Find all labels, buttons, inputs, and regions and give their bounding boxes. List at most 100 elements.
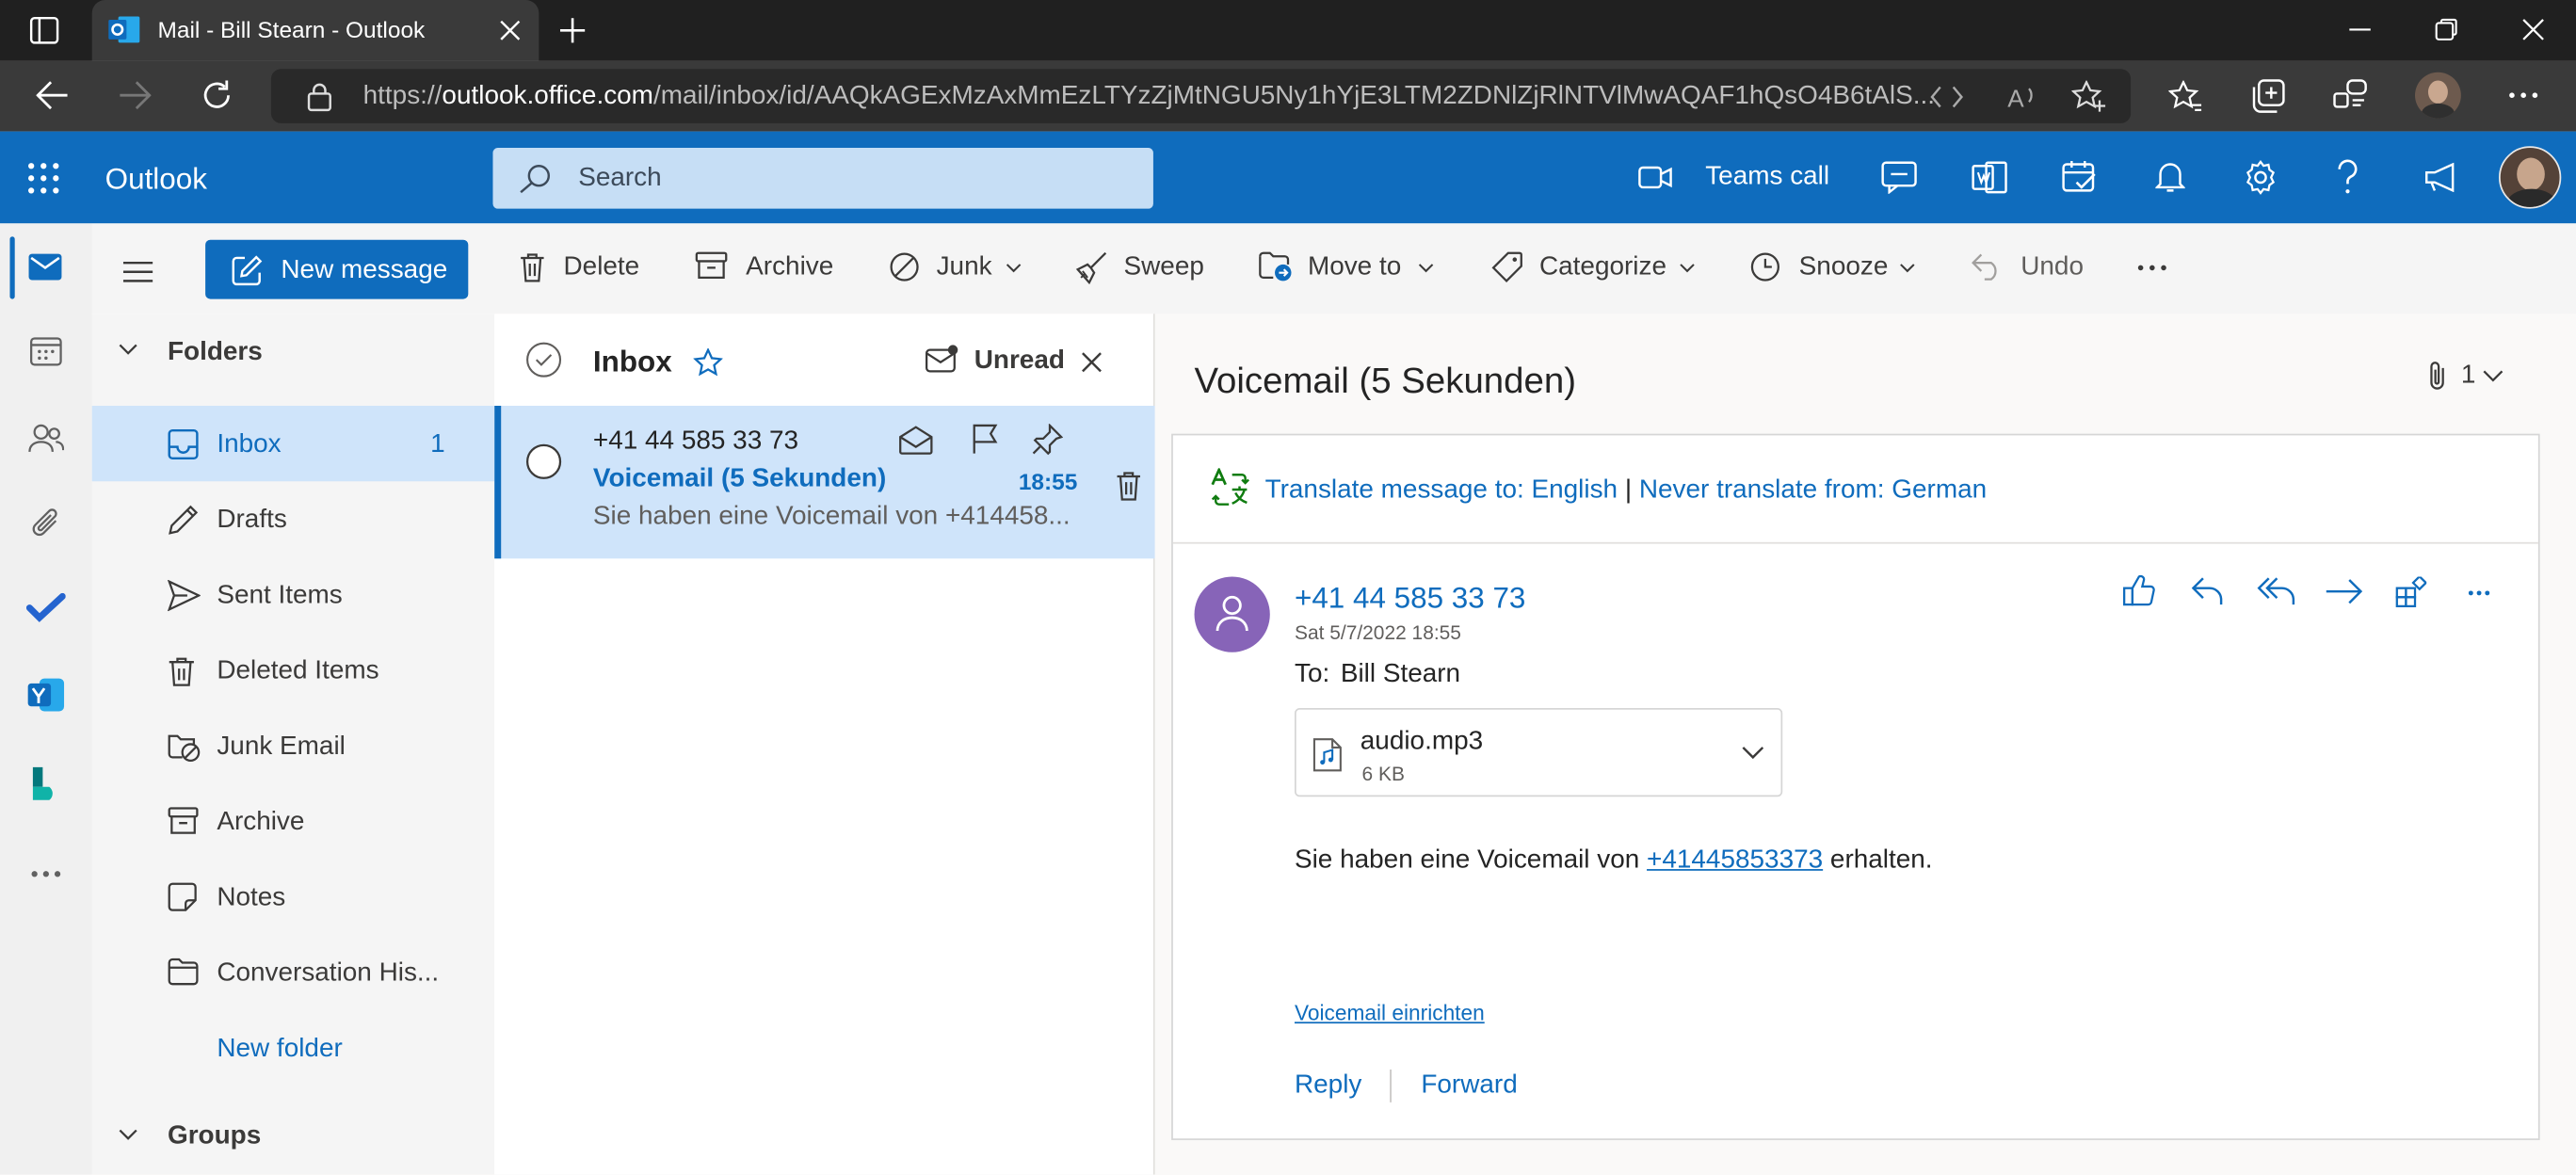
mark-read-envelope-icon[interactable] [898,426,933,455]
collections-icon[interactable] [2251,79,2286,114]
like-thumbs-up-icon[interactable] [2122,574,2157,608]
delete-icon[interactable] [519,251,545,282]
close-tab-icon[interactable] [499,20,521,41]
chat-icon[interactable] [1881,161,1917,194]
categorize-button[interactable]: Categorize [1539,253,1666,282]
flag-icon[interactable] [971,424,999,455]
forward-icon[interactable] [119,81,152,110]
more-apps-icon[interactable] [31,871,61,877]
groups-chevron-down-icon[interactable] [119,1129,138,1142]
browser-more-icon[interactable] [2508,92,2538,99]
undo-button[interactable]: Undo [2021,253,2084,282]
app-available-icon[interactable] [1930,84,1964,110]
categorize-tag-icon[interactable] [1491,251,1522,282]
search-input[interactable]: Search [492,148,1153,209]
pin-icon[interactable] [1032,424,1063,456]
more-options-icon[interactable] [2468,589,2490,596]
people-icon[interactable] [28,422,65,453]
forward-arrow-icon[interactable] [2325,578,2364,604]
attachment-chevron-down-icon[interactable] [1742,746,1764,760]
close-window-icon[interactable] [2521,18,2544,40]
folder-drafts[interactable]: Drafts [92,481,495,556]
feedback-megaphone-icon[interactable] [2423,162,2459,193]
move-to-chevron-down-icon[interactable] [1418,263,1434,273]
attachments-chevron-down-icon[interactable] [2483,370,2504,383]
snooze-chevron-down-icon[interactable] [1899,263,1915,273]
settings-gear-icon[interactable] [2243,159,2278,195]
folder-inbox[interactable]: Inbox 1 [91,405,495,482]
snooze-button[interactable]: Snooze [1799,253,1889,282]
reply-all-icon[interactable] [2257,576,2296,605]
sweep-broom-icon[interactable] [1074,251,1107,284]
never-translate-link[interactable]: Never translate from: German [1639,476,1987,505]
reply-arrow-icon[interactable] [2191,576,2225,605]
attachment-card[interactable]: audio.mp3 6 KB [1294,708,1783,797]
delete-button[interactable]: Delete [564,253,640,282]
folders-heading[interactable]: Folders [168,338,263,367]
recipient-name[interactable]: Bill Stearn [1341,660,1460,689]
teams-call-button[interactable]: Teams call [1705,163,1829,192]
calendar-icon[interactable] [29,337,62,366]
app-name[interactable]: Outlook [105,163,207,198]
hamburger-menu-icon[interactable] [122,261,153,282]
voicemail-setup-link[interactable]: Voicemail einrichten [1295,1001,1485,1025]
mail-icon[interactable] [28,253,63,282]
to-do-icon[interactable] [25,592,66,622]
address-bar[interactable]: https://outlook.office.com/mail/inbox/id… [270,69,2132,123]
attachment-count[interactable]: 1 [2461,362,2476,391]
folder-archive[interactable]: Archive [92,783,495,859]
bookings-icon[interactable] [29,765,62,801]
help-icon[interactable] [2336,159,2359,195]
folder-conversation-history[interactable]: Conversation His... [92,935,495,1010]
back-icon[interactable] [36,81,69,110]
minimize-icon[interactable] [2349,28,2371,31]
favorite-star-icon[interactable] [693,347,723,377]
attachment-paperclip-icon[interactable] [2426,360,2449,393]
select-message-radio[interactable] [525,443,562,479]
junk-block-icon[interactable] [889,251,920,282]
phone-number-link[interactable]: +41445853373 [1647,846,1823,875]
junk-button[interactable]: Junk [937,253,992,282]
folder-notes[interactable]: Notes [92,860,495,935]
forward-button[interactable]: Forward [1421,1071,1517,1101]
translate-message-link[interactable]: Translate message to: English [1265,476,1618,505]
user-avatar[interactable] [2498,146,2562,209]
archive-button[interactable]: Archive [746,253,833,282]
my-day-icon[interactable] [2062,159,2098,194]
categorize-chevron-down-icon[interactable] [1679,263,1695,273]
video-camera-icon[interactable] [1638,164,1674,190]
app-launcher-icon[interactable] [28,163,59,194]
files-paperclip-icon[interactable] [29,507,62,540]
tab-actions-icon[interactable] [29,16,59,44]
browser-profile-avatar[interactable] [2415,72,2461,119]
reply-button[interactable]: Reply [1295,1071,1361,1101]
archive-icon[interactable] [695,251,728,281]
apps-grid-icon[interactable] [2395,576,2427,608]
folders-chevron-down-icon[interactable] [119,344,138,357]
move-to-button[interactable]: Move to [1308,253,1401,282]
folder-deleted-items[interactable]: Deleted Items [92,633,495,708]
clear-filter-close-icon[interactable] [1081,351,1103,373]
sender-name[interactable]: +41 44 585 33 73 [1295,582,1525,617]
add-favorite-icon[interactable] [2071,80,2107,114]
read-aloud-icon[interactable]: A [2006,82,2039,112]
select-all-check-icon[interactable] [525,342,562,378]
lock-icon[interactable] [307,82,331,112]
extensions-icon[interactable] [2333,79,2368,114]
browser-tab[interactable]: Mail - Bill Stearn - Outlook [91,0,539,61]
undo-icon[interactable] [1972,251,2003,281]
new-folder-link[interactable]: New folder [217,1035,342,1064]
favorites-icon[interactable] [2168,80,2202,112]
delete-message-trash-icon[interactable] [1116,470,1142,501]
notifications-bell-icon[interactable] [2155,159,2185,194]
folder-junk-email[interactable]: Junk Email [92,708,495,783]
office-apps-icon[interactable] [1972,161,2007,194]
unread-envelope-icon[interactable] [925,344,959,373]
refresh-icon[interactable] [201,79,233,112]
more-actions-icon[interactable] [2137,265,2166,271]
sweep-button[interactable]: Sweep [1124,253,1204,282]
groups-heading[interactable]: Groups [168,1122,261,1151]
move-to-folder-icon[interactable] [1259,251,1294,282]
snooze-clock-icon[interactable] [1749,251,1780,282]
restore-icon[interactable] [2435,18,2457,40]
